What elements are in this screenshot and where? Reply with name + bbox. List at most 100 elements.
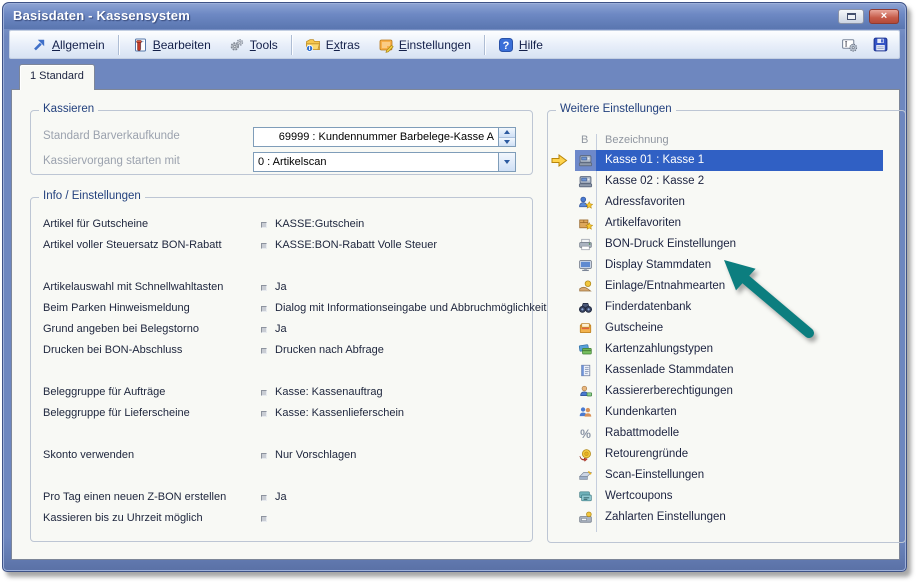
form-row: Kassiervorgang starten mit 0 : Artikelsca… bbox=[31, 152, 532, 172]
list-item[interactable]: BON-Druck Einstellungen bbox=[575, 234, 883, 255]
list-item[interactable]: Wertcoupons bbox=[575, 486, 883, 507]
menu-item-allgemein[interactable]: Allgemein bbox=[22, 31, 114, 58]
bullet-icon bbox=[261, 243, 267, 249]
up-arrow-icon bbox=[504, 130, 510, 134]
dropdown-arrow-button[interactable] bbox=[499, 153, 515, 171]
tab-standard[interactable]: 1 Standard bbox=[19, 64, 95, 90]
info-value: Ja bbox=[275, 323, 287, 335]
list-item[interactable]: Finderdatenbank bbox=[575, 297, 883, 318]
menu-item-extras[interactable]: Extras bbox=[296, 31, 369, 58]
list-item-label: Kasse 01 : Kasse 1 bbox=[596, 150, 883, 171]
save-button[interactable] bbox=[872, 36, 889, 54]
info-row: Kassieren bis zu Uhrzeit möglich bbox=[31, 508, 532, 529]
info-label: Grund angeben bei Belegstorno bbox=[43, 323, 199, 335]
chevron-down-icon bbox=[504, 160, 510, 164]
field-settings-button[interactable] bbox=[841, 36, 858, 54]
folder-extras-icon bbox=[305, 37, 321, 53]
cash-register-icon bbox=[578, 153, 593, 168]
list-item-icon-cell bbox=[575, 255, 596, 276]
list-item-label: Einlage/Entnahmearten bbox=[596, 276, 883, 297]
field-label: Kassiervorgang starten mit bbox=[43, 155, 180, 167]
list-item-icon-cell bbox=[575, 234, 596, 255]
list-item-label: Adressfavoriten bbox=[596, 192, 883, 213]
info-value: Ja bbox=[275, 281, 287, 293]
spin-up-button[interactable] bbox=[499, 128, 515, 137]
menu-item-label: Einstellungen bbox=[399, 38, 471, 52]
list-item-icon-cell bbox=[575, 486, 596, 507]
info-row: Beim Parken HinweismeldungDialog mit Inf… bbox=[31, 298, 532, 319]
menu-item-einstellungen[interactable]: Einstellungen bbox=[369, 31, 480, 58]
notepad-pencil-icon bbox=[378, 37, 394, 53]
list-item-icon-cell bbox=[575, 339, 596, 360]
arrow-up-right-icon bbox=[31, 37, 47, 53]
bullet-icon bbox=[261, 222, 267, 228]
list-item[interactable]: Scan-Einstellungen bbox=[575, 465, 883, 486]
menu-items: Allgemein Bearbeiten Tools Extras Einstellun… bbox=[10, 31, 552, 58]
menu-item-label: Bearbeiten bbox=[153, 38, 211, 52]
list-item-icon-cell bbox=[575, 318, 596, 339]
info-label: Beim Parken Hinweismeldung bbox=[43, 302, 190, 314]
info-value: Nur Vorschlagen bbox=[275, 449, 356, 461]
menu-bar: Allgemein Bearbeiten Tools Extras Einstellun… bbox=[9, 30, 900, 59]
kassiervorgang-dropdown[interactable]: 0 : Artikelscan bbox=[253, 152, 516, 172]
list-item[interactable]: Display Stammdaten bbox=[575, 255, 883, 276]
title-bar[interactable]: Basisdaten - Kassensystem × bbox=[4, 4, 905, 29]
info-value: KASSE:Gutschein bbox=[275, 218, 364, 230]
close-button[interactable]: × bbox=[869, 9, 899, 24]
list-item[interactable]: Kundenkarten bbox=[575, 402, 883, 423]
list-item-icon-cell bbox=[575, 381, 596, 402]
bullet-icon bbox=[261, 453, 267, 459]
info-label: Drucken bei BON-Abschluss bbox=[43, 344, 182, 356]
list-item-icon-cell bbox=[575, 192, 596, 213]
list-item-icon-cell bbox=[575, 213, 596, 234]
customer-cards-icon bbox=[578, 405, 593, 420]
info-label: Beleggruppe für Lieferscheine bbox=[43, 407, 190, 419]
list-item[interactable]: Kasse 02 : Kasse 2 bbox=[575, 171, 883, 192]
spin-down-button[interactable] bbox=[499, 137, 515, 147]
list-item[interactable]: Gutscheine bbox=[575, 318, 883, 339]
maximize-restore-button[interactable] bbox=[838, 9, 864, 24]
list-item[interactable]: Adressfavoriten bbox=[575, 192, 883, 213]
menu-item-tools[interactable]: Tools bbox=[220, 31, 287, 58]
info-row: Grund angeben bei Belegstorno Ja bbox=[31, 319, 532, 340]
list-item[interactable]: Einlage/Entnahmearten bbox=[575, 276, 883, 297]
list-item-label: Kartenzahlungstypen bbox=[596, 339, 883, 360]
bullet-icon bbox=[261, 285, 267, 291]
list-item[interactable]: Rabattmodelle bbox=[575, 423, 883, 444]
field-value: 0 : Artikelscan bbox=[254, 156, 498, 168]
list-item[interactable]: Kassenlade Stammdaten bbox=[575, 360, 883, 381]
list-item-label: Artikelfavoriten bbox=[596, 213, 883, 234]
list-item[interactable]: Kasse 01 : Kasse 1 bbox=[575, 150, 883, 171]
list-item-icon-cell bbox=[575, 444, 596, 465]
window-title: Basisdaten - Kassensystem bbox=[13, 8, 190, 23]
list-item[interactable]: Kassiererberechtigungen bbox=[575, 381, 883, 402]
menu-item-bearbeiten[interactable]: Bearbeiten bbox=[123, 31, 220, 58]
menu-item-hilfe[interactable]: Hilfe bbox=[489, 31, 552, 58]
list-item-icon-cell bbox=[575, 171, 596, 192]
list-item-icon-cell bbox=[575, 423, 596, 444]
down-arrow-icon bbox=[504, 140, 510, 144]
deposit-withdrawal-icon bbox=[578, 279, 593, 294]
list-header: B Bezeichnung bbox=[548, 134, 905, 151]
list-item-icon-cell bbox=[575, 507, 596, 528]
info-row: Skonto verwendenNur Vorschlagen bbox=[31, 445, 532, 466]
list-item[interactable]: Kartenzahlungstypen bbox=[575, 339, 883, 360]
bullet-icon bbox=[261, 348, 267, 354]
list-item[interactable]: Zahlarten Einstellungen bbox=[575, 507, 883, 528]
group-weitere-caption: Weitere Einstellungen bbox=[556, 103, 676, 115]
list-item-label: Kassenlade Stammdaten bbox=[596, 360, 883, 381]
info-row: Pro Tag einen neuen Z-BON erstellenJa bbox=[31, 487, 532, 508]
barverkaufkunde-spinner-field[interactable]: 69999 : Kundennummer Barbelege-Kasse A bbox=[253, 127, 516, 147]
list-item-label: Zahlarten Einstellungen bbox=[596, 507, 883, 528]
list-item[interactable]: Artikelfavoriten bbox=[575, 213, 883, 234]
window-controls: × bbox=[838, 9, 899, 24]
list-item-label: Wertcoupons bbox=[596, 486, 883, 507]
scanner-icon bbox=[578, 468, 593, 483]
column-header-bezeichnung: Bezeichnung bbox=[605, 134, 669, 146]
list-item-label: BON-Druck Einstellungen bbox=[596, 234, 883, 255]
payment-types-icon bbox=[578, 510, 593, 525]
list-item-icon-cell bbox=[575, 402, 596, 423]
list-item[interactable]: Retourengründe bbox=[575, 444, 883, 465]
list-item-label: Rabattmodelle bbox=[596, 423, 883, 444]
list-item-label: Finderdatenbank bbox=[596, 297, 883, 318]
